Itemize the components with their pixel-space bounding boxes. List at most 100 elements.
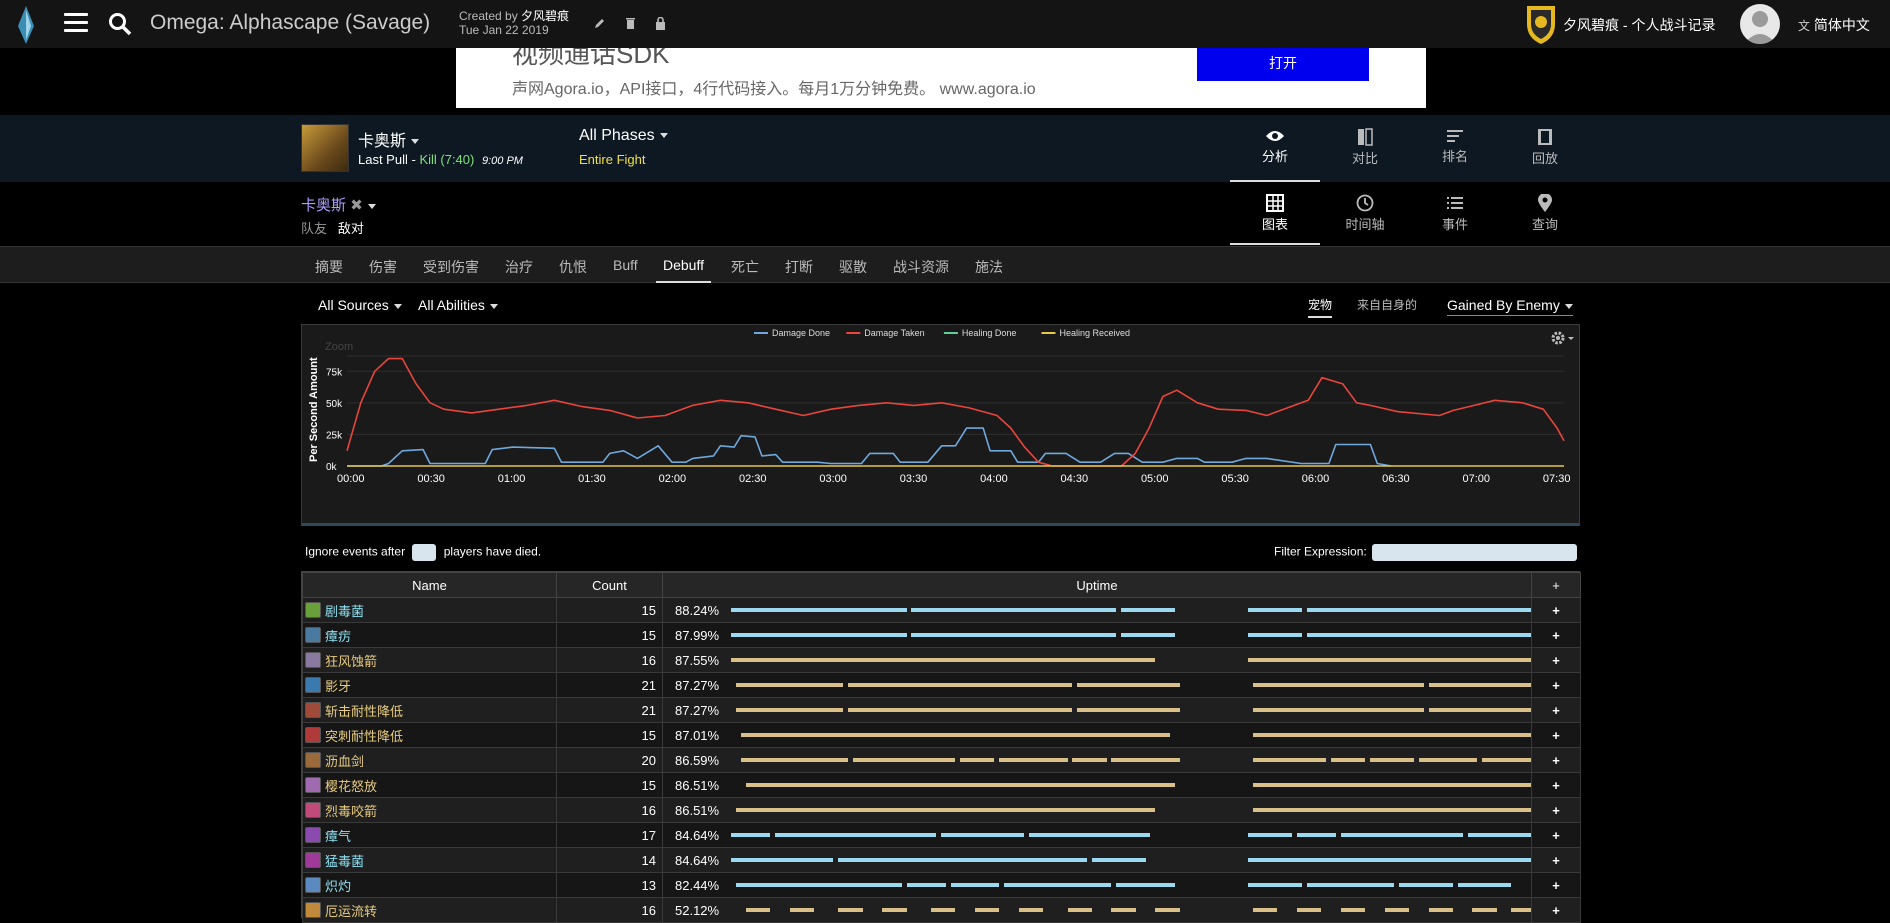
debuff-name-cell[interactable]: 烈毒咬箭 [302, 797, 557, 823]
table-row[interactable]: 剧毒菌 15 88.24% + [302, 597, 1581, 623]
expand-row-button[interactable]: + [1531, 847, 1581, 873]
sources-dropdown[interactable]: All Sources [318, 297, 402, 313]
table-row[interactable]: 狂风蚀箭 16 87.55% + [302, 647, 1581, 673]
expand-row-button[interactable]: + [1531, 722, 1581, 748]
debuff-name[interactable]: 瘴疠 [325, 629, 351, 644]
pull-info[interactable]: Last Pull - Kill (7:40) 9:00 PM [358, 152, 523, 167]
tab-resources[interactable]: 战斗资源 [893, 257, 949, 277]
debuff-name-cell[interactable]: 厄运流转 [302, 897, 557, 923]
ad-open-button[interactable]: 打开 [1197, 48, 1369, 81]
debuff-name-cell[interactable]: 沥血剑 [302, 747, 557, 773]
table-row[interactable]: 瘴疠 15 87.99% + [302, 622, 1581, 648]
add-column-button[interactable]: + [1531, 572, 1581, 598]
tab-deaths[interactable]: 死亡 [731, 257, 759, 277]
site-logo[interactable] [16, 6, 36, 44]
tab-interrupts[interactable]: 打断 [785, 257, 813, 277]
expand-row-button[interactable]: + [1531, 897, 1581, 923]
debuff-name-cell[interactable]: 樱花怒放 [302, 772, 557, 798]
nav-replay[interactable]: 回放 [1500, 128, 1590, 167]
debuff-name-cell[interactable]: 剧毒菌 [302, 597, 557, 623]
guild-name[interactable]: 夕风碧痕 - 个人战斗记录 [1563, 15, 1715, 35]
expand-row-button[interactable]: + [1531, 672, 1581, 698]
debuff-name[interactable]: 影牙 [325, 679, 351, 694]
debuff-name-cell[interactable]: 猛毒菌 [302, 847, 557, 873]
guild-emblem-icon[interactable] [1525, 4, 1557, 44]
search-icon[interactable] [108, 12, 132, 36]
debuff-name-cell[interactable]: 斩击耐性降低 [302, 697, 557, 723]
debuff-name-cell[interactable]: 瘴疠 [302, 622, 557, 648]
debuff-name-cell[interactable]: 突刺耐性降低 [302, 722, 557, 748]
tab-damage-taken[interactable]: 受到伤害 [423, 257, 479, 277]
debuff-name[interactable]: 突刺耐性降低 [325, 729, 403, 744]
debuff-name[interactable]: 瘴气 [325, 829, 351, 844]
table-row[interactable]: 烈毒咬箭 16 86.51% + [302, 797, 1581, 823]
debuff-name[interactable]: 炽灼 [325, 879, 351, 894]
tab-damage-done[interactable]: 伤害 [369, 257, 397, 277]
created-by-user[interactable]: 夕风碧痕 [521, 9, 569, 23]
expand-row-button[interactable]: + [1531, 822, 1581, 848]
debuff-name-cell[interactable]: 影牙 [302, 672, 557, 698]
boss-selector[interactable]: 卡奥斯 [358, 127, 420, 151]
language-selector[interactable]: 文 简体中文 [1798, 15, 1870, 35]
expand-row-button[interactable]: + [1531, 772, 1581, 798]
tab-summary[interactable]: 摘要 [315, 257, 343, 277]
debuff-name-cell[interactable]: 炽灼 [302, 872, 557, 898]
phase-selector[interactable]: All Phases [579, 127, 668, 145]
abilities-dropdown[interactable]: All Abilities [418, 297, 498, 313]
expand-row-button[interactable]: + [1531, 597, 1581, 623]
edit-icon[interactable] [594, 17, 606, 29]
debuff-name[interactable]: 狂风蚀箭 [325, 654, 377, 669]
chart-panel[interactable]: 0k 25k 50k 75k 00:00 00:30 01:00 01:30 02:00 02:3… [301, 324, 1580, 526]
expand-row-button[interactable]: + [1531, 797, 1581, 823]
enemy-toggle[interactable]: 敌对 [338, 221, 364, 236]
debuff-name[interactable]: 斩击耐性降低 [325, 704, 403, 719]
nav-compare[interactable]: 对比 [1320, 128, 1410, 167]
friendly-toggle[interactable]: 队友 [301, 221, 327, 236]
tab-casts[interactable]: 施法 [975, 257, 1003, 277]
deaths-threshold-input[interactable] [412, 544, 437, 561]
ad-banner[interactable]: 视频通话SDK 声网Agora.io，API接口，4行代码接入。每月1万分钟免费… [456, 48, 1426, 108]
table-row[interactable]: 斩击耐性降低 21 87.27% + [302, 697, 1581, 723]
nav-analyze[interactable]: 分析 [1230, 128, 1320, 165]
close-icon[interactable]: ✖ [350, 197, 363, 214]
col-count[interactable]: Count [556, 572, 663, 598]
pet-toggle[interactable]: 宠物 [1308, 296, 1333, 318]
debuff-name[interactable]: 沥血剑 [325, 754, 364, 769]
table-row[interactable]: 炽灼 13 82.44% + [302, 872, 1581, 898]
expand-row-button[interactable]: + [1531, 622, 1581, 648]
debuff-name[interactable]: 厄运流转 [325, 904, 377, 919]
user-avatar[interactable] [1740, 4, 1780, 44]
table-row[interactable]: 瘴气 17 84.64% + [302, 822, 1581, 848]
debuff-name-cell[interactable]: 瘴气 [302, 822, 557, 848]
table-row[interactable]: 厄运流转 16 52.12% + [302, 897, 1581, 923]
tab-healing[interactable]: 治疗 [505, 257, 533, 277]
col-name[interactable]: Name [302, 572, 557, 598]
debuff-name-cell[interactable]: 狂风蚀箭 [302, 647, 557, 673]
debuff-name[interactable]: 剧毒菌 [325, 604, 364, 619]
nav-tables[interactable]: 图表 [1230, 194, 1320, 233]
tab-buffs[interactable]: Buff [613, 257, 638, 273]
table-row[interactable]: 樱花怒放 15 86.51% + [302, 772, 1581, 798]
table-row[interactable]: 沥血剑 20 86.59% + [302, 747, 1581, 773]
hamburger-menu-icon[interactable] [64, 13, 88, 33]
expand-row-button[interactable]: + [1531, 697, 1581, 723]
gained-by-dropdown[interactable]: Gained By Enemy [1447, 297, 1573, 316]
nav-events[interactable]: 事件 [1410, 194, 1500, 233]
tab-debuffs[interactable]: Debuff [656, 257, 711, 283]
tab-threat[interactable]: 仇恨 [559, 257, 587, 277]
trash-icon[interactable] [625, 17, 636, 29]
nav-query[interactable]: 查询 [1500, 194, 1590, 233]
tab-dispels[interactable]: 驱散 [839, 257, 867, 277]
debuff-name[interactable]: 樱花怒放 [325, 779, 377, 794]
debuff-name[interactable]: 烈毒咬箭 [325, 804, 377, 819]
table-row[interactable]: 影牙 21 87.27% + [302, 672, 1581, 698]
expand-row-button[interactable]: + [1531, 747, 1581, 773]
table-row[interactable]: 猛毒菌 14 84.64% + [302, 847, 1581, 873]
expand-row-button[interactable]: + [1531, 647, 1581, 673]
table-row[interactable]: 突刺耐性降低 15 87.01% + [302, 722, 1581, 748]
expand-row-button[interactable]: + [1531, 872, 1581, 898]
nav-timeline[interactable]: 时间轴 [1320, 194, 1410, 233]
filter-expression-input[interactable] [1372, 544, 1578, 561]
debuff-name[interactable]: 猛毒菌 [325, 854, 364, 869]
target-selector[interactable]: 卡奥斯 ✖ [301, 194, 376, 215]
